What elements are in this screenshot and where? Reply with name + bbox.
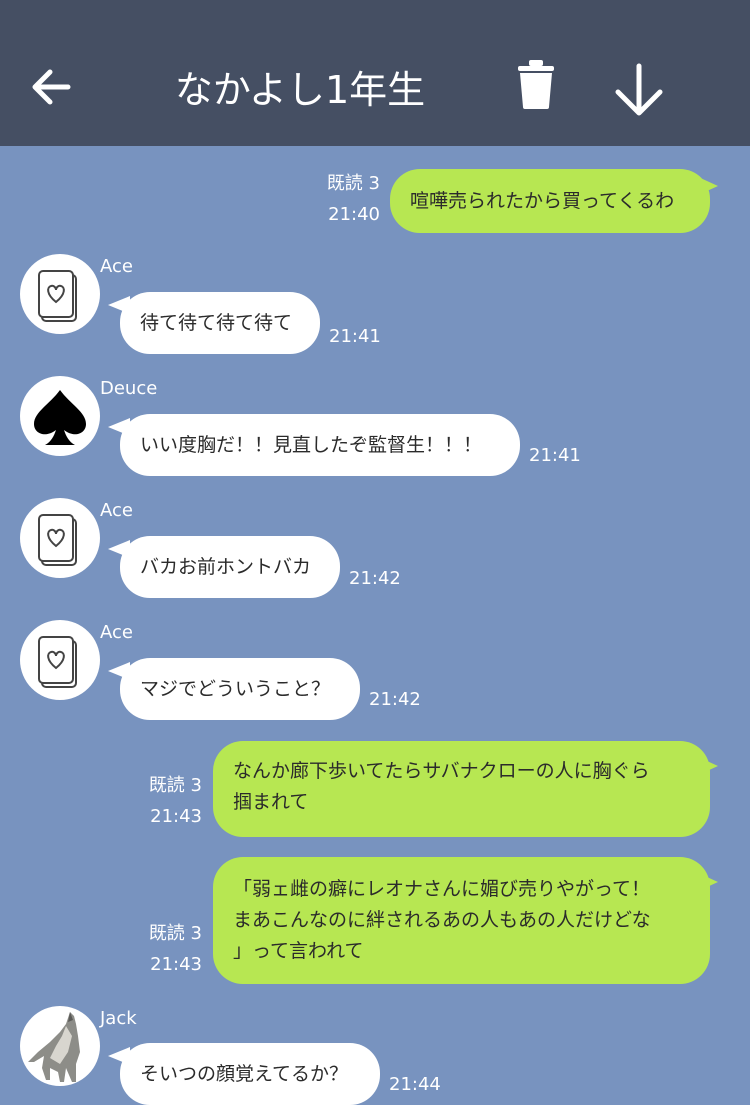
message-bubble[interactable]: 喧嘩売られたから買ってくるわ [390, 169, 710, 233]
message-time: 21:41 [329, 326, 381, 347]
message-text-line: まあこんなのに絆されるあの人もあの人だけどな [233, 909, 651, 931]
arrow-left-icon [32, 69, 71, 105]
message-time: 21:42 [369, 689, 421, 710]
message-text: 待て待て待て待て [140, 312, 293, 334]
message-meta: 既読 3 21:40 [327, 168, 380, 230]
message-bubble[interactable]: なんか廊下歩いてたらサバナクローの人に胸ぐら 掴まれて [213, 741, 710, 837]
read-receipt: 既読 3 [148, 923, 202, 944]
avatar-deuce[interactable] [20, 376, 100, 456]
message-time: 21:42 [349, 568, 401, 589]
sender-name: Deuce [100, 378, 158, 399]
delete-button[interactable] [512, 58, 560, 110]
message-meta: 既読 3 21:43 [149, 770, 202, 832]
message-time: 21:44 [389, 1074, 441, 1095]
message-text: 喧嘩売られたから買ってくるわ [410, 190, 675, 212]
message-bubble[interactable]: マジでどういうこと？ [120, 658, 360, 720]
heart-card-icon [38, 270, 77, 322]
message-time: 21:43 [150, 806, 202, 827]
message-time: 21:40 [328, 204, 380, 225]
chat-header: なかよし1年生 [0, 0, 750, 146]
spade-icon [34, 390, 86, 445]
message-bubble[interactable]: 「弱ェ雌の癖にレオナさんに媚び売りやがって！ まあこんなのに絆されるあの人もあの… [213, 857, 710, 984]
avatar-ace[interactable] [20, 620, 100, 700]
message-bubble[interactable]: バカお前ホントバカ [120, 536, 340, 598]
sender-name: Ace [100, 500, 133, 521]
message-time: 21:43 [150, 954, 202, 975]
message-text-line: なんか廊下歩いてたらサバナクローの人に胸ぐら [233, 760, 650, 782]
wolf-icon [28, 1012, 80, 1082]
message-list[interactable]: 既読 3 21:40 喧嘩売られたから買ってくるわ Ace 待て待て待て待て 2… [0, 146, 750, 1105]
message-bubble[interactable]: いい度胸だ！！見直したぞ監督生！！！ [120, 414, 520, 476]
sender-name: Ace [100, 622, 133, 643]
avatar-jack[interactable] [20, 1006, 100, 1086]
message-text-line: 」って言われて [233, 940, 364, 962]
message-text-line: 掴まれて [233, 791, 309, 813]
read-receipt: 既読 3 [326, 173, 380, 194]
message-text: そいつの顔覚えてるか？ [140, 1063, 349, 1085]
sender-name: Jack [100, 1008, 137, 1029]
chat-title: なかよし1年生 [174, 68, 426, 112]
scroll-down-button[interactable] [610, 62, 668, 118]
message-bubble[interactable]: そいつの顔覚えてるか？ [120, 1043, 380, 1105]
avatar-ace[interactable] [20, 498, 100, 578]
avatar-ace[interactable] [20, 254, 100, 334]
message-meta: 既読 3 21:43 [149, 918, 202, 980]
message-time: 21:41 [529, 445, 581, 466]
back-button[interactable] [28, 64, 74, 110]
message-text: いい度胸だ！！見直したぞ監督生！！！ [140, 434, 483, 456]
message-text: マジでどういうこと？ [140, 678, 331, 700]
heart-card-icon [38, 636, 77, 688]
sender-name: Ace [100, 256, 133, 277]
message-text: バカお前ホントバカ [140, 556, 312, 578]
message-bubble[interactable]: 待て待て待て待て [120, 292, 320, 354]
heart-card-icon [38, 514, 77, 566]
arrow-down-icon [615, 63, 663, 116]
trash-icon [518, 60, 554, 109]
read-receipt: 既読 3 [148, 775, 202, 796]
message-text-line: 「弱ェ雌の癖にレオナさんに媚び売りやがって！ [233, 878, 651, 900]
